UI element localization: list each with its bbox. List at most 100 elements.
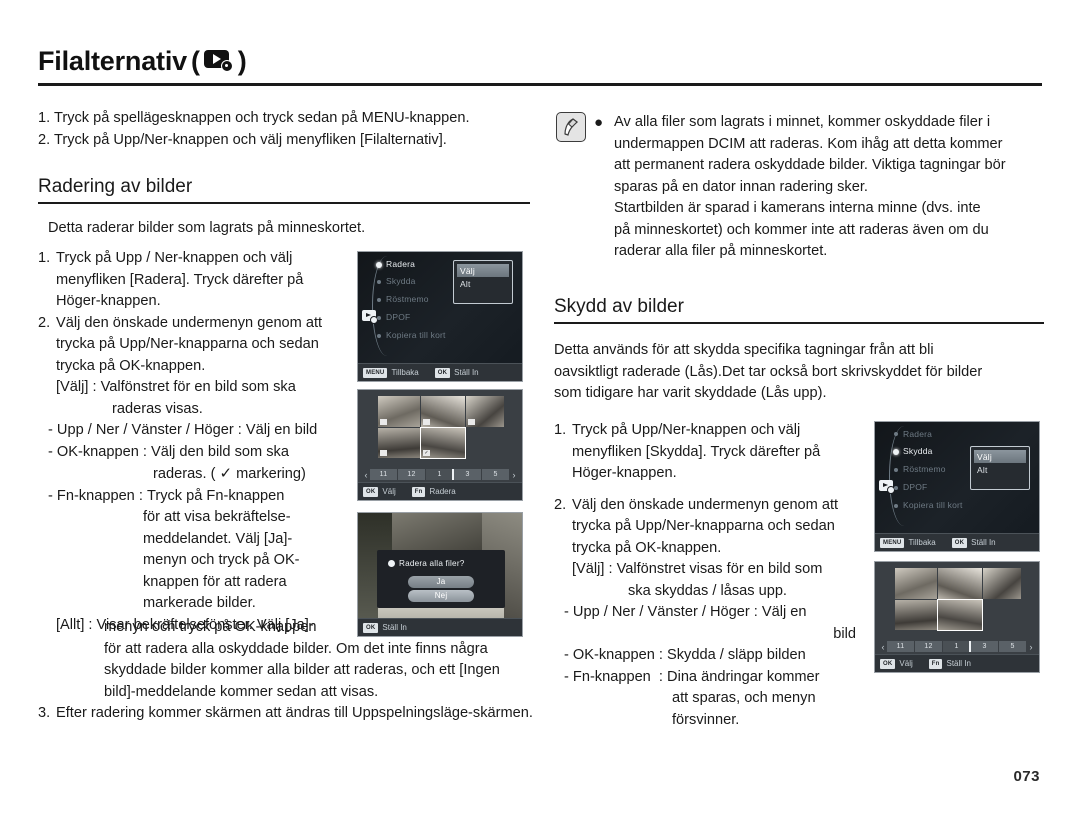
- step-number: 2.: [38, 314, 51, 331]
- thumbnail-item-selected[interactable]: ✓: [420, 427, 466, 459]
- thumbnail-item[interactable]: [895, 600, 937, 630]
- scrubber-cell[interactable]: 1: [426, 469, 454, 480]
- allt-line3: för att radera alla oskyddade bilder. Om…: [104, 640, 488, 657]
- note-line-6: på minneskortet) och kommer inte att rad…: [614, 221, 989, 238]
- control-label-stall-in: Ställ In: [971, 538, 996, 547]
- scrubber-cell[interactable]: 12: [398, 469, 426, 480]
- menu-dot-active: [376, 262, 382, 268]
- skydd-lead-line1: Detta används för att skydda specifika t…: [554, 342, 934, 358]
- menu-item-dpof[interactable]: DPOF: [386, 312, 410, 322]
- ok-key-icon: OK: [880, 658, 896, 669]
- dash-ok-line2a: raderas. (: [153, 466, 220, 482]
- menu-item-skydda[interactable]: Skydda: [903, 446, 933, 456]
- thumbnail-item[interactable]: [378, 396, 420, 427]
- thumbnail-item[interactable]: [421, 396, 465, 427]
- thumbnail-item-selected[interactable]: [937, 599, 983, 631]
- thumbnail-item[interactable]: [983, 568, 1021, 599]
- playback-settings-icon: [203, 49, 234, 73]
- submenu-option-alt[interactable]: Alt: [457, 277, 509, 290]
- scrubber-cell[interactable]: 11: [887, 641, 915, 652]
- dash-fn-line3: meddelandet. Välj [Ja]-: [143, 530, 293, 547]
- skydd-dash-upp-line1: - Upp / Ner / Vänster / Höger : Välj en: [564, 604, 807, 620]
- note-line-3: att permanent radera oskyddade bilder. V…: [614, 157, 1006, 173]
- dash-ok-line2: raderas. ( ✓ markering): [48, 463, 350, 486]
- submenu-option-valj[interactable]: Välj: [974, 450, 1026, 463]
- skydd-step2-line2: trycka på Upp/Ner-knapparna och sedan: [572, 518, 835, 534]
- skydd-step1-line2: menyfliken [Skydda]. Tryck därefter på: [572, 443, 821, 460]
- allt-line5: bild]-meddelande kommer sedan att visas.: [104, 683, 379, 700]
- menu-item-skydda[interactable]: Skydda: [386, 276, 416, 286]
- page-scrubber[interactable]: ‹ 11 12 1 3 5 ›: [362, 469, 518, 480]
- scrubber-cell[interactable]: 3: [971, 641, 999, 652]
- page-scrubber[interactable]: ‹ 11 12 1 3 5 ›: [879, 641, 1035, 652]
- section-radering-av-bilder: Radering av bilder: [38, 176, 530, 204]
- menu-item-radera[interactable]: Radera: [386, 259, 415, 269]
- valj-label: [Välj] :: [56, 379, 101, 395]
- header-divider: [38, 83, 1042, 86]
- control-bar: OK Välj Fn Ställ In: [875, 654, 1039, 672]
- skydd-valj-label: [Välj] :: [572, 561, 617, 577]
- thumbnail-item[interactable]: [466, 396, 504, 427]
- menu-item-dpof[interactable]: DPOF: [903, 482, 927, 492]
- intro-step-1: 1. Tryck på spellägesknappen och tryck s…: [38, 110, 470, 126]
- step2-line2: trycka på Upp/Ner-knapparna och sedan: [56, 336, 319, 352]
- pen-note-icon: [556, 112, 586, 142]
- dash-fn-line1: Tryck på Fn-knappen: [146, 487, 285, 504]
- menu-item-rostmemo[interactable]: Röstmemo: [903, 464, 946, 474]
- question-icon: [388, 560, 395, 567]
- ok-key-icon: OK: [363, 622, 379, 633]
- skydd-valj-line1: Valfönstret visas för en bild som: [616, 561, 823, 577]
- note-line-2: undermappen DCIM att raderas. Kom ihåg a…: [614, 135, 1003, 152]
- skydd-lead-line2: oavsiktligt raderade (Lås).Det tar också…: [554, 363, 983, 380]
- step1-line1: Tryck på Upp / Ner-knappen och välj: [56, 250, 293, 266]
- menu-item-radera[interactable]: Radera: [903, 429, 932, 439]
- checkmark-icon: ✓: [219, 465, 233, 482]
- page-number: 073: [1013, 768, 1040, 785]
- menu-item-rostmemo[interactable]: Röstmemo: [386, 294, 429, 304]
- menu-key-icon: MENU: [363, 367, 388, 378]
- menu-item-kopiera-till-kort[interactable]: Kopiera till kort: [903, 500, 963, 510]
- dialog-title: Radera alla filer?: [388, 559, 465, 568]
- scrubber-right-arrow[interactable]: ›: [1027, 641, 1035, 652]
- menu-item-kopiera-till-kort[interactable]: Kopiera till kort: [386, 330, 446, 340]
- skydd-dash-fn-label: - Fn-knappen :: [564, 668, 668, 685]
- valj-line1: Valfönstret för en bild som ska: [100, 379, 296, 395]
- skydd-step-1: 1. Tryck på Upp/Ner-knappen och välj men…: [554, 420, 864, 485]
- radering-dash-ok: - OK-knappen : Välj den bild som ska rad…: [38, 442, 350, 486]
- scrubber-cell[interactable]: 5: [482, 469, 510, 480]
- section-heading-skydd: Skydd av bilder: [554, 296, 684, 317]
- scrubber-right-arrow[interactable]: ›: [510, 469, 518, 480]
- thumbnail-item[interactable]: [895, 568, 937, 599]
- menu-dot: [894, 432, 898, 436]
- menu-dot: [894, 468, 898, 472]
- submenu-option-alt[interactable]: Alt: [974, 463, 1026, 476]
- thumbnail-item[interactable]: [378, 428, 420, 458]
- scrubber-left-arrow[interactable]: ‹: [879, 641, 887, 652]
- dash-ok-label: - OK-knappen :: [48, 443, 152, 460]
- menu-dot: [377, 316, 381, 320]
- skydd-dash-upp-line2: bild: [833, 625, 856, 642]
- skydd-dash-fn-line1: Dina ändringar kommer: [667, 668, 820, 685]
- scrubber-left-arrow[interactable]: ‹: [362, 469, 370, 480]
- control-label-stall-in: Ställ In: [382, 623, 407, 632]
- scrubber-cell[interactable]: 5: [999, 641, 1027, 652]
- thumbnail-item[interactable]: [938, 568, 982, 599]
- submenu-option-valj[interactable]: Välj: [457, 264, 509, 277]
- control-label-valj: Välj: [382, 487, 396, 496]
- scrubber-cell[interactable]: 1: [943, 641, 971, 652]
- scrubber-cell[interactable]: 3: [454, 469, 482, 480]
- camera-confirm-dialog-screenshot: Radera alla filer? Ja Nej OK Ställ In: [357, 512, 523, 637]
- submenu-panel: Välj Alt: [453, 260, 513, 304]
- control-label-radera: Radera: [429, 487, 456, 496]
- dash-fn-line5: knappen för att radera: [143, 573, 287, 590]
- step1-line2: menyfliken [Radera]. Tryck därefter på: [56, 271, 304, 288]
- dialog-box: Radera alla filer? Ja Nej: [377, 550, 505, 608]
- control-label-tillbaka: Tillbaka: [391, 368, 419, 377]
- dialog-no-button[interactable]: Nej: [408, 590, 474, 602]
- scrubber-cell[interactable]: 11: [370, 469, 398, 480]
- skydd-dash-fn-line3: försvinner.: [672, 711, 740, 728]
- dialog-yes-button[interactable]: Ja: [408, 576, 474, 588]
- camera-menu-delete-screenshot: Radera Skydda Röstmemo DPOF Kopiera till…: [357, 251, 523, 382]
- camera-menu-protect-screenshot: Radera Skydda Röstmemo DPOF Kopiera till…: [874, 421, 1040, 552]
- scrubber-cell[interactable]: 12: [915, 641, 943, 652]
